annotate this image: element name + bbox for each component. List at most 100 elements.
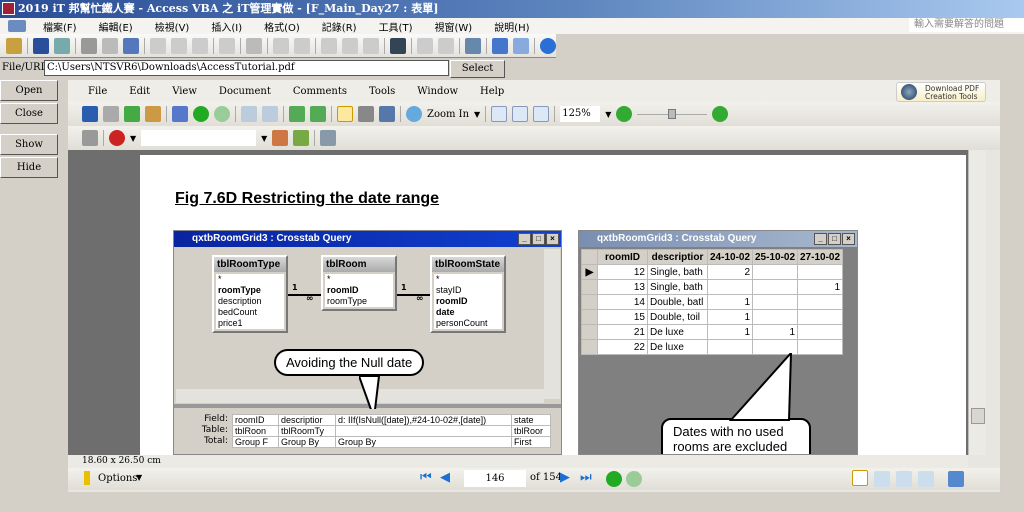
apply-filter-icon[interactable] [363, 37, 379, 54]
pdf-menu-file[interactable]: File [88, 86, 119, 97]
design-view-icon[interactable] [6, 37, 22, 54]
find-next-icon[interactable] [293, 130, 310, 146]
binoculars-icon[interactable] [82, 130, 98, 146]
datasheet-row[interactable]: 14 Double, batl 1 [581, 294, 843, 310]
vertical-scrollbar[interactable] [968, 150, 986, 455]
menu-format[interactable]: 格式(O) [253, 19, 311, 34]
datasheet-cell[interactable]: 21 [597, 324, 648, 340]
close-button[interactable]: × [842, 233, 855, 245]
record-selector[interactable] [581, 294, 598, 310]
design-vscroll[interactable] [544, 249, 560, 399]
help-question-input[interactable]: 輸入需要解答的問題 [909, 18, 1024, 32]
table-tblRoom[interactable]: tblRoom * roomID roomType [321, 255, 397, 311]
pdf-menu-view[interactable]: View [172, 86, 209, 97]
pdf-menu-comments[interactable]: Comments [293, 86, 359, 97]
table-tblRoomState[interactable]: tblRoomState * stayID roomID date personCount [430, 255, 506, 333]
back-icon[interactable] [193, 106, 209, 122]
show-button[interactable]: Show [0, 134, 58, 155]
datasheet-cell[interactable]: De luxe [647, 324, 708, 340]
download-pdf-tools-button[interactable]: Download PDF Creation Tools [896, 82, 986, 102]
options-button[interactable]: Options [98, 473, 137, 484]
actual-size-icon[interactable] [491, 106, 508, 122]
dropdown-arrow-icon[interactable]: ▼ [605, 110, 611, 119]
forward-icon[interactable] [214, 106, 230, 122]
previous-view-icon[interactable] [606, 471, 622, 487]
last-page-icon[interactable]: ⏭ [580, 470, 592, 485]
undo-icon[interactable] [219, 37, 235, 54]
design-grid-table[interactable]: roomID descriptior d: IIf(IsNull([date]),#… [232, 414, 551, 448]
zoom-out-circle-icon[interactable] [616, 106, 633, 122]
facing-icon[interactable] [896, 471, 912, 487]
menu-insert[interactable]: 插入(I) [200, 19, 253, 34]
properties-icon[interactable] [465, 37, 481, 54]
next-view-icon[interactable] [626, 471, 642, 487]
page-layout-icon[interactable] [948, 471, 964, 487]
fit-width-icon[interactable] [533, 106, 550, 122]
save-icon[interactable] [33, 37, 49, 54]
undo-icon[interactable] [241, 106, 257, 122]
open-button[interactable]: Open [0, 80, 58, 101]
close-button[interactable]: × [546, 233, 559, 245]
zoom-slider-thumb[interactable] [668, 109, 677, 119]
datasheet-cell[interactable]: Single, bath [647, 264, 708, 280]
datasheet-cell[interactable]: 22 [597, 339, 648, 355]
search-input[interactable] [141, 130, 257, 146]
minimize-button[interactable]: _ [518, 233, 531, 245]
previous-page-icon[interactable]: ◀ [440, 470, 450, 485]
record-selector[interactable]: ▶ [581, 264, 598, 280]
menu-help[interactable]: 說明(H) [483, 19, 540, 34]
rotate-left-icon[interactable] [289, 106, 305, 122]
table-tblRoomType[interactable]: tblRoomType * roomType description bedCount p… [212, 255, 288, 333]
datasheet-cell[interactable] [707, 279, 753, 295]
pdf-menu-window[interactable]: Window [417, 86, 470, 97]
pdf-menu-help[interactable]: Help [480, 86, 516, 97]
datasheet-cell[interactable]: 14 [597, 294, 648, 310]
datasheet-cell[interactable]: Double, toil [647, 309, 708, 325]
select-text-icon[interactable] [379, 106, 395, 122]
datasheet-cell[interactable] [752, 309, 798, 325]
zoom-in-icon[interactable] [406, 106, 422, 122]
hide-button[interactable]: Hide [0, 157, 58, 178]
datasheet-cell[interactable]: 1 [707, 309, 753, 325]
pdf-menu-tools[interactable]: Tools [369, 86, 407, 97]
zoom-in-circle-icon[interactable] [712, 106, 729, 122]
datasheet-cell[interactable]: Double, batl [647, 294, 708, 310]
datasheet-row[interactable]: 21 De luxe 1 1 [581, 324, 843, 340]
minimize-button[interactable]: _ [814, 233, 827, 245]
maximize-button[interactable]: □ [828, 233, 841, 245]
paste-icon[interactable] [192, 37, 208, 54]
datasheet-cell[interactable] [797, 324, 843, 340]
datasheet-row[interactable]: 13 Single, bath 1 [581, 279, 843, 295]
print-preview-icon[interactable] [102, 37, 118, 54]
help-icon[interactable] [540, 37, 556, 54]
record-selector[interactable] [581, 279, 598, 295]
pdf-menu-edit[interactable]: Edit [129, 86, 162, 97]
export-icon[interactable] [124, 106, 140, 122]
datasheet-cell[interactable] [752, 279, 798, 295]
datasheet-cell[interactable]: 1 [797, 279, 843, 295]
datasheet-cell[interactable]: 1 [707, 324, 753, 340]
datasheet-row[interactable]: 22 De luxe [581, 339, 843, 355]
hyperlink-icon[interactable] [246, 37, 262, 54]
filter-form-icon[interactable] [342, 37, 358, 54]
record-selector[interactable] [581, 309, 598, 325]
filter-icon[interactable] [320, 130, 337, 146]
delete-record-icon[interactable] [438, 37, 454, 54]
snapshot-icon[interactable] [358, 106, 374, 122]
rotate-right-icon[interactable] [310, 106, 326, 122]
datasheet-cell[interactable]: 2 [707, 264, 753, 280]
single-page-icon[interactable] [852, 470, 868, 486]
scroll-thumb[interactable] [971, 408, 985, 424]
select-button[interactable]: Select [450, 60, 505, 78]
datasheet-cell[interactable]: Single, bath [647, 279, 708, 295]
search-file-icon[interactable] [54, 37, 70, 54]
datasheet-cell[interactable] [797, 264, 843, 280]
close-button[interactable]: Close [0, 103, 58, 124]
datasheet-cell[interactable]: 13 [597, 279, 648, 295]
cut-icon[interactable] [150, 37, 166, 54]
form-icon[interactable] [8, 20, 26, 32]
record-selector[interactable] [581, 324, 598, 340]
dropdown-arrow-icon[interactable]: ▼ [474, 110, 480, 119]
datasheet-cell[interactable] [752, 294, 798, 310]
filter-selection-icon[interactable] [321, 37, 337, 54]
